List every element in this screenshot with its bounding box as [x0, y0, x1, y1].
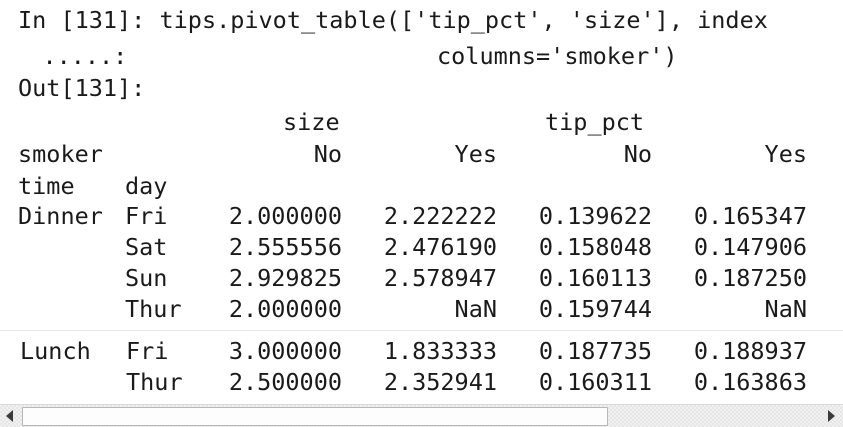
- row-time: Dinner: [18, 202, 103, 230]
- cell-size-no: 3.000000: [228, 337, 342, 365]
- cell-tip-pct-no: 0.159744: [538, 295, 652, 323]
- column-label-size-no: No: [313, 140, 342, 168]
- cell-tip-pct-yes: 0.163863: [693, 368, 807, 396]
- cell-tip-pct-no: 0.139622: [538, 202, 652, 230]
- cell-size-no: 2.500000: [228, 368, 342, 396]
- cell-size-no: 2.000000: [228, 202, 342, 230]
- column-label-size-yes: Yes: [454, 140, 497, 168]
- cell-tip-pct-yes: NaN: [764, 295, 807, 323]
- cell-tip-pct-yes: 0.188937: [693, 337, 807, 365]
- input-line-2: .....:: [0, 40, 127, 72]
- scrollbar-thumb[interactable]: [22, 407, 608, 426]
- row-day: Thur: [126, 368, 183, 396]
- continuation-prompt: .....:: [0, 42, 128, 70]
- row-day: Sat: [125, 233, 168, 261]
- cell-size-no: 2.929825: [228, 264, 342, 292]
- column-label-tip-pct-no: No: [623, 140, 652, 168]
- row-day: Sun: [125, 264, 168, 292]
- triangle-left-icon[interactable]: [6, 410, 13, 422]
- cell-size-yes: 1.833333: [383, 337, 497, 365]
- output-prompt: Out[131]:: [18, 74, 146, 102]
- cell-tip-pct-yes: 0.187250: [693, 264, 807, 292]
- row-day: Fri: [126, 337, 169, 365]
- column-label-tip-pct-yes: Yes: [764, 140, 807, 168]
- row-day: Fri: [125, 202, 168, 230]
- column-group-tip-pct: tip_pct: [545, 108, 645, 136]
- cell-size-yes: NaN: [454, 295, 497, 323]
- cell-size-yes: 2.476190: [383, 233, 497, 261]
- code-text: tips.pivot_table(['tip_pct', 'size'], in…: [159, 6, 768, 34]
- cell-tip-pct-no: 0.187735: [538, 337, 652, 365]
- cell-tip-pct-yes: 0.165347: [693, 202, 807, 230]
- row-day: Thur: [125, 295, 182, 323]
- cell-size-yes: 2.578947: [383, 264, 497, 292]
- cell-size-yes: 2.222222: [383, 202, 497, 230]
- cell-tip-pct-no: 0.160311: [538, 368, 652, 396]
- horizontal-scrollbar[interactable]: [0, 404, 843, 427]
- cell-size-no: 2.000000: [228, 295, 342, 323]
- cell-size-no: 2.555556: [228, 233, 342, 261]
- row-time: Lunch: [20, 337, 91, 365]
- row-index-name-day: day: [125, 172, 168, 200]
- input-line-1: In [131]: tips.pivot_table(['tip_pct', '…: [18, 4, 768, 36]
- row-index-name-time: time: [18, 172, 75, 200]
- input-prompt: In [131]:: [18, 6, 146, 34]
- triangle-right-icon[interactable]: [828, 410, 835, 422]
- column-group-size: size: [283, 108, 340, 136]
- cell-tip-pct-no: 0.160113: [538, 264, 652, 292]
- code-cell: In [131]: tips.pivot_table(['tip_pct', '…: [0, 0, 843, 404]
- columns-index-name: smoker: [18, 140, 103, 168]
- cell-size-yes: 2.352941: [383, 368, 497, 396]
- cell-tip-pct-no: 0.158048: [538, 233, 652, 261]
- cell-tip-pct-yes: 0.147906: [693, 233, 807, 261]
- code-text-continuation: columns='smoker'): [437, 42, 678, 70]
